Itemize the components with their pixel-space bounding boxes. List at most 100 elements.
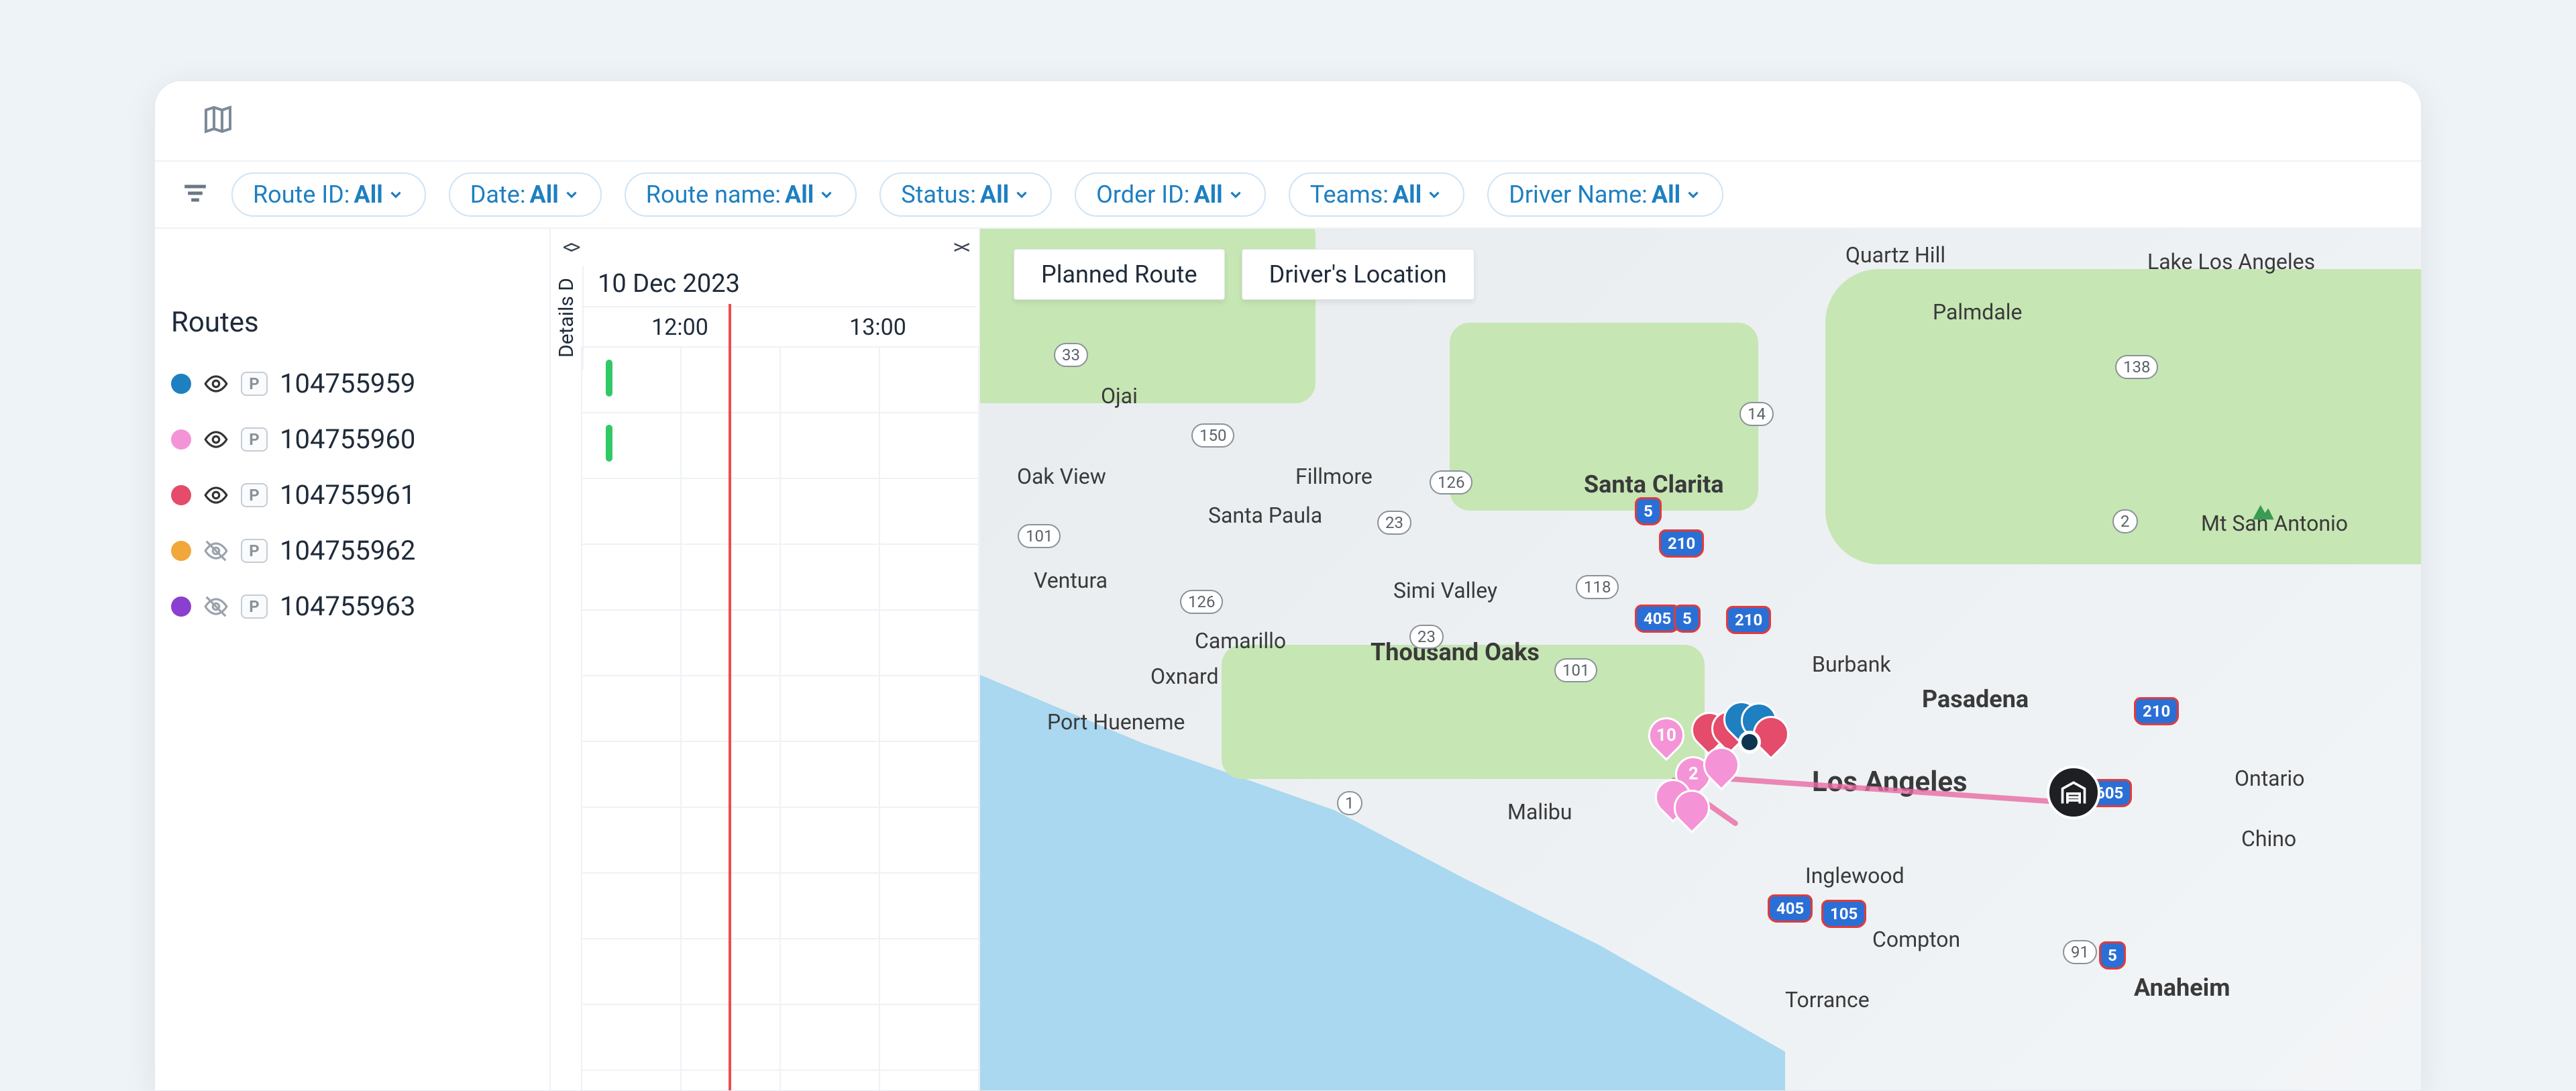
map-label: Pasadena <box>1922 685 2029 713</box>
visibility-hidden-icon[interactable] <box>203 594 229 619</box>
map-label: Santa Clarita <box>1584 470 1724 499</box>
map-canvas[interactable]: Planned Route Driver's Location Quartz H… <box>980 229 2421 1090</box>
interstate-shield: 210 <box>1726 606 1771 634</box>
collapse-right-icon[interactable]: > < <box>953 236 967 259</box>
time-column: 12:00 <box>581 306 779 346</box>
visibility-toggle-icon[interactable] <box>203 427 229 452</box>
planned-route-button[interactable]: Planned Route <box>1014 249 1225 300</box>
interstate-shield: 5 <box>2099 941 2126 970</box>
route-id: 104755961 <box>280 479 415 511</box>
filter-driver-name[interactable]: Driver Name: All <box>1487 172 1723 217</box>
map-label: Fillmore <box>1295 464 1373 489</box>
timeline-grid[interactable] <box>581 346 979 1090</box>
route-shield: 101 <box>1018 524 1061 548</box>
filter-label: Status: <box>901 180 976 209</box>
filter-route-id[interactable]: Route ID: All <box>231 172 426 217</box>
filter-status[interactable]: Status: All <box>879 172 1052 217</box>
filter-label: Route name: <box>646 180 781 209</box>
map-label: Anaheim <box>2134 974 2230 1002</box>
route-color-dot <box>171 374 191 394</box>
map-label: Camarillo <box>1195 628 1286 654</box>
map-label: Inglewood <box>1805 863 1904 888</box>
warehouse-pin[interactable] <box>2047 766 2100 819</box>
filter-order-id[interactable]: Order ID: All <box>1075 172 1266 217</box>
chevron-down-icon <box>1013 186 1030 203</box>
map-label: Palmdale <box>1933 299 2022 325</box>
route-shield: 126 <box>1180 590 1223 614</box>
map-label: Lake Los Angeles <box>2147 249 2315 274</box>
parking-badge[interactable]: P <box>241 427 268 452</box>
route-row[interactable]: P 104755961 <box>167 467 537 523</box>
map-label: Oxnard <box>1150 664 1219 689</box>
expand-left-icon[interactable]: < > <box>563 236 576 259</box>
route-shield: 150 <box>1191 423 1234 448</box>
map-label: Ontario <box>2235 766 2304 791</box>
visibility-hidden-icon[interactable] <box>203 538 229 564</box>
route-shield: 23 <box>1409 625 1444 649</box>
map-label: Torrance <box>1785 987 1870 1012</box>
map-label: Burbank <box>1812 652 1891 677</box>
details-tab[interactable]: Details D <box>551 266 584 370</box>
map-label: Ventura <box>1034 568 1108 593</box>
route-shield: 14 <box>1739 402 1774 426</box>
filter-value: All <box>785 180 814 209</box>
route-shield: 33 <box>1054 343 1088 367</box>
filter-route-name[interactable]: Route name: All <box>625 172 857 217</box>
route-row[interactable]: P 104755963 <box>167 578 537 634</box>
timeline-segment[interactable] <box>606 425 612 462</box>
interstate-shield: 5 <box>1635 497 1662 525</box>
map-label: Quartz Hill <box>1845 242 1945 268</box>
route-shield: 91 <box>2063 940 2097 964</box>
route-color-dot <box>171 541 191 561</box>
drivers-location-button[interactable]: Driver's Location <box>1242 249 1474 300</box>
route-shield: 138 <box>2115 355 2158 379</box>
map-label: Santa Paula <box>1208 503 1322 528</box>
map-layer-buttons: Planned Route Driver's Location <box>1014 249 1474 300</box>
chevron-down-icon <box>563 186 580 203</box>
parking-badge[interactable]: P <box>241 539 268 563</box>
top-toolbar <box>155 81 2421 162</box>
timeline-date: 10 Dec 2023 <box>598 269 740 299</box>
map-label: Chino <box>2241 826 2296 851</box>
route-color-dot <box>171 429 191 450</box>
timeline-controls: < > > < <box>551 229 979 266</box>
filter-date[interactable]: Date: All <box>449 172 602 217</box>
filter-teams[interactable]: Teams: All <box>1289 172 1465 217</box>
visibility-toggle-icon[interactable] <box>203 482 229 508</box>
route-row[interactable]: P 104755962 <box>167 523 537 578</box>
app-window: Route ID: All Date: All Route name: All … <box>154 81 2422 1091</box>
time-column: 13:00 <box>779 306 977 346</box>
filter-value: All <box>530 180 559 209</box>
routes-heading: Routes <box>171 306 537 339</box>
interstate-shield: 405 <box>1768 894 1813 923</box>
visibility-toggle-icon[interactable] <box>203 371 229 397</box>
interstate-shield: 210 <box>1659 529 1704 558</box>
timeline-segment[interactable] <box>606 360 612 397</box>
chevron-down-icon <box>818 186 835 203</box>
parking-badge[interactable]: P <box>241 372 268 396</box>
route-row[interactable]: P 104755959 <box>167 356 537 411</box>
route-shield: 2 <box>2112 509 2138 533</box>
filter-label: Route ID: <box>253 180 350 209</box>
main-content: Routes P 104755959 P 104755960 P 1047559… <box>155 229 2421 1090</box>
filter-label: Order ID: <box>1096 180 1189 209</box>
map-label: Port Hueneme <box>1047 709 1185 735</box>
map-label: Simi Valley <box>1393 578 1497 603</box>
routes-panel: Routes P 104755959 P 104755960 P 1047559… <box>155 229 551 1090</box>
filter-value: All <box>1193 180 1222 209</box>
parking-badge[interactable]: P <box>241 483 268 507</box>
timeline-hours: 12:00 13:00 <box>581 306 979 346</box>
interstate-shield: 210 <box>2134 697 2179 725</box>
route-shield: 118 <box>1576 575 1619 599</box>
driver-location-dot[interactable] <box>1738 731 1761 754</box>
map-label: Thousand Oaks <box>1371 638 1540 666</box>
filter-label: Teams: <box>1310 180 1389 209</box>
warehouse-icon <box>2059 778 2088 807</box>
parking-badge[interactable]: P <box>241 594 268 619</box>
map-book-icon[interactable] <box>202 103 234 138</box>
chevron-down-icon <box>1227 186 1244 203</box>
route-row[interactable]: P 104755960 <box>167 411 537 467</box>
route-shield: 1 <box>1337 791 1362 815</box>
filter-icon[interactable] <box>182 180 209 209</box>
chevron-down-icon <box>1426 186 1443 203</box>
